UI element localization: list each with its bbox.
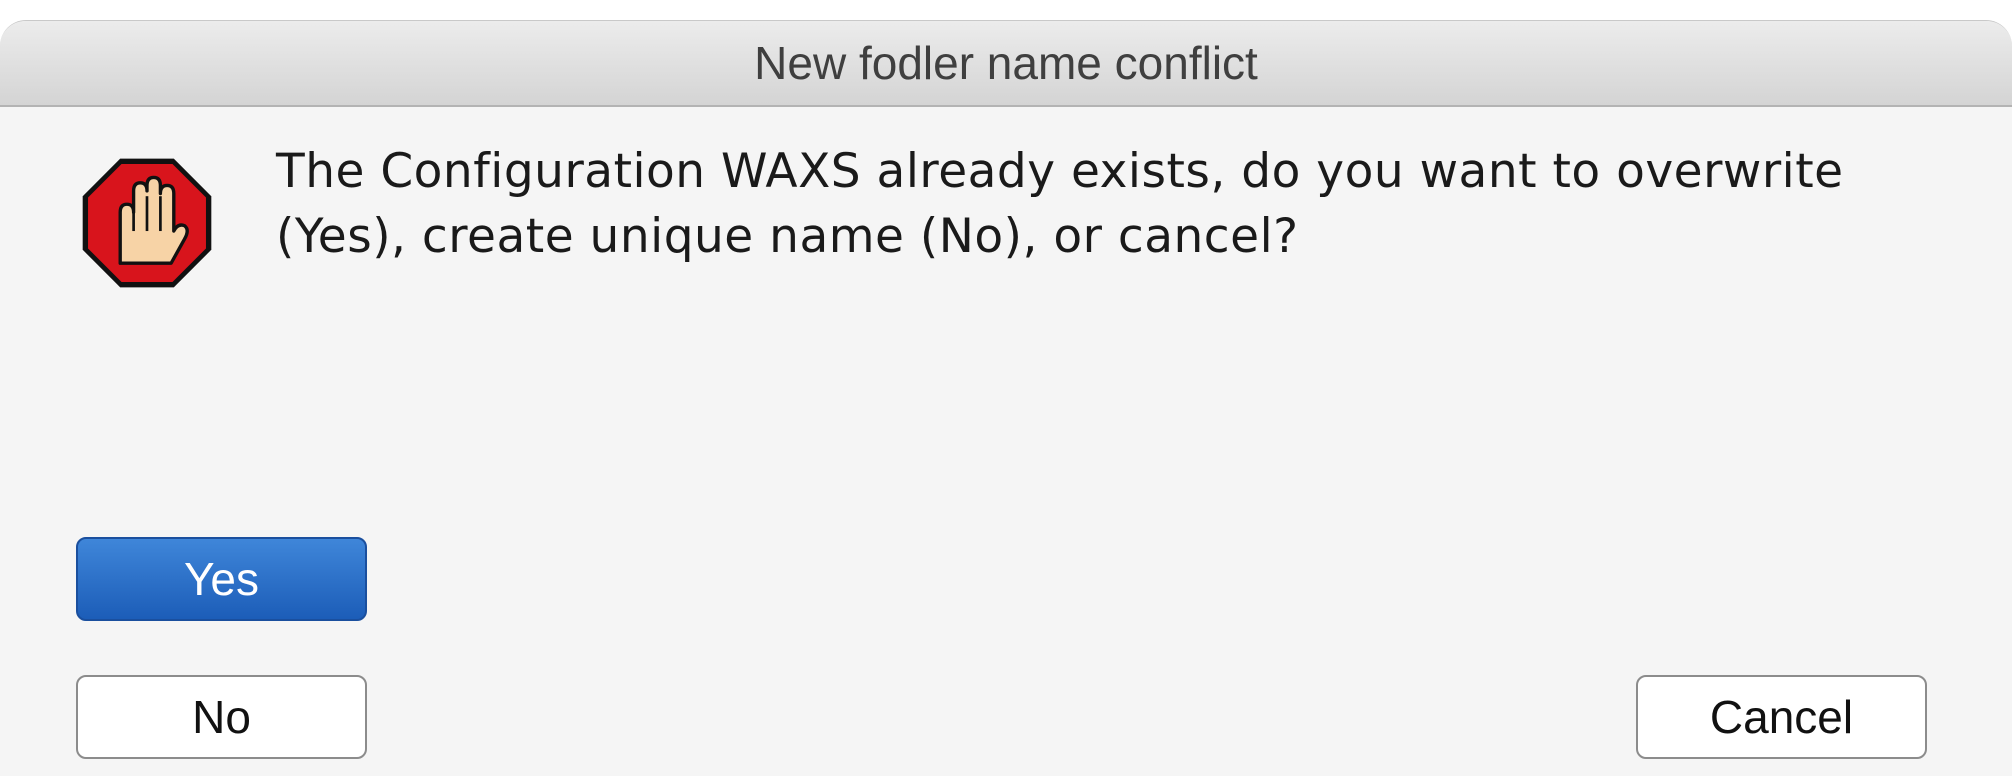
- message-line-1: The Configuration WAXS already exists, d…: [276, 144, 1844, 199]
- conflict-dialog: New fodler name conflict The Configurati…: [0, 20, 2012, 776]
- message-line-2: (Yes), create unique name (No), or cance…: [276, 209, 1299, 264]
- dialog-message: The Configuration WAXS already exists, d…: [276, 139, 1976, 269]
- dialog-title: New fodler name conflict: [0, 21, 2012, 107]
- cancel-button[interactable]: Cancel: [1636, 675, 1927, 759]
- no-button[interactable]: No: [76, 675, 367, 759]
- stop-hand-icon: [82, 158, 212, 288]
- yes-button[interactable]: Yes: [76, 537, 367, 621]
